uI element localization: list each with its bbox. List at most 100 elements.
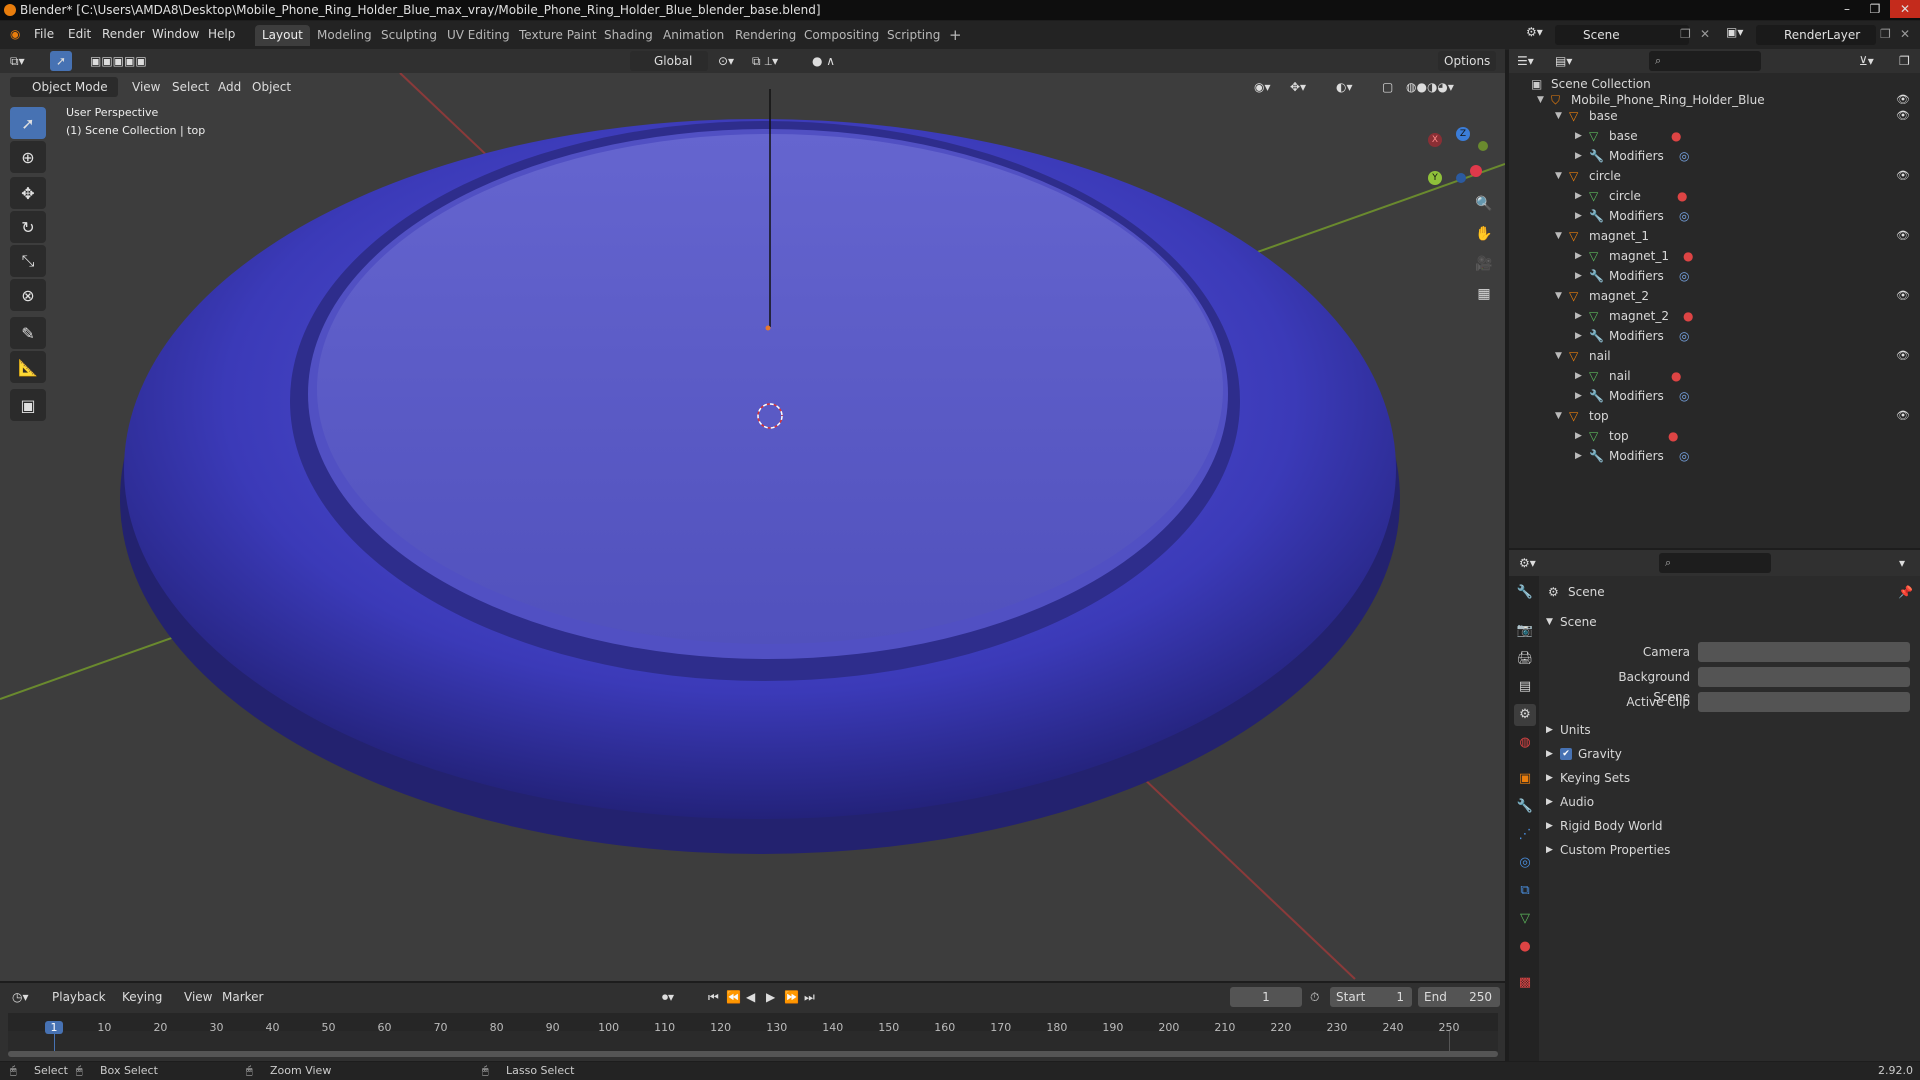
view-layer-tab-icon[interactable]: ▤ (1514, 676, 1536, 698)
collapse-arrow-icon[interactable]: ▶ (1575, 446, 1582, 466)
menu-select[interactable]: Select (172, 77, 209, 97)
visibility-eye-icon[interactable]: 👁 (1896, 406, 1910, 426)
current-frame-field[interactable]: 1 (1230, 987, 1302, 1007)
outliner-row-modifiers[interactable]: ▶ 🔧 Modifiers ◎ (1509, 326, 1920, 346)
collapse-arrow-icon[interactable]: ▶ (1575, 386, 1582, 406)
outliner-row-object[interactable]: ▼ ▽ magnet_2 👁 (1509, 286, 1920, 306)
scene-section-arrow[interactable]: ▼ (1546, 612, 1553, 632)
expand-arrow-icon[interactable]: ▼ (1555, 166, 1562, 186)
render-layer-field[interactable]: RenderLayer (1756, 25, 1876, 45)
panel-expand-arrow-icon[interactable]: ▶ (1546, 720, 1553, 740)
add-cube-tool[interactable]: ▣ (10, 389, 46, 421)
data-tab-icon[interactable]: ▽ (1514, 908, 1536, 930)
outliner-row-modifiers[interactable]: ▶ 🔧 Modifiers ◎ (1509, 206, 1920, 226)
move-tool[interactable]: ✥ (10, 177, 46, 209)
menu-render[interactable]: Render (102, 27, 145, 41)
collapse-arrow-icon[interactable]: ▶ (1575, 146, 1582, 166)
particles-tab-icon[interactable]: ⋰ (1514, 824, 1536, 846)
menu-add[interactable]: Add (218, 77, 241, 97)
collapse-arrow-icon[interactable]: ▶ (1575, 206, 1582, 226)
outliner-row-modifiers[interactable]: ▶ 🔧 Modifiers ◎ (1509, 386, 1920, 406)
outliner-editor-type-icon[interactable]: ☰▾ (1517, 51, 1534, 71)
panel-header[interactable]: Keying Sets (1560, 768, 1630, 788)
outliner-row-object[interactable]: ▼ ▽ circle 👁 (1509, 166, 1920, 186)
tab-texture-paint[interactable]: Texture Paint (512, 25, 603, 46)
measure-tool[interactable]: 📐 (10, 351, 46, 383)
output-tab-icon[interactable]: 🖨 (1514, 648, 1536, 670)
new-scene-icon[interactable]: ❐ (1680, 27, 1691, 41)
start-frame-field[interactable]: Start 1 (1330, 987, 1412, 1007)
expand-arrow-icon[interactable]: ▼ (1555, 226, 1562, 246)
tab-sculpting[interactable]: Sculpting (374, 25, 444, 46)
menu-window[interactable]: Window (152, 27, 199, 41)
options-dropdown[interactable]: Options (1438, 51, 1497, 71)
properties-search-input[interactable]: ⌕ (1659, 553, 1771, 573)
view-layer-icon[interactable]: ▣▾ (1726, 25, 1743, 39)
tab-scripting[interactable]: Scripting (880, 25, 947, 46)
record-button[interactable]: ⏺▾ (662, 987, 674, 1007)
tab-uv-editing[interactable]: UV Editing (440, 25, 517, 46)
maximize-button[interactable]: ❐ (1862, 0, 1888, 18)
collapse-arrow-icon[interactable]: ▶ (1575, 306, 1582, 326)
background-scene-field[interactable] (1698, 667, 1910, 687)
select-tool-icon[interactable]: ➚ (50, 51, 73, 71)
outliner-row-object[interactable]: ▼ ▽ base 👁 (1509, 106, 1920, 126)
expand-arrow-icon[interactable]: ▼ (1555, 106, 1562, 126)
camera-view-icon[interactable]: 🎥 (1471, 251, 1497, 277)
tab-modeling[interactable]: Modeling (310, 25, 379, 46)
transform-orientation-dropdown[interactable]: Global (630, 51, 708, 71)
rotate-tool[interactable]: ↻ (10, 211, 46, 243)
world-tab-icon[interactable]: ◍ (1514, 732, 1536, 754)
tool-tab-icon[interactable]: 🔧 (1514, 582, 1536, 604)
selection-mode-icons[interactable]: ▣▣▣▣▣ (90, 51, 147, 71)
gizmo-toggle-icon[interactable]: ✥▾ (1290, 77, 1306, 97)
outliner-row-mesh[interactable]: ▶ ▽ nail ● (1509, 366, 1920, 386)
zoom-icon[interactable]: 🔍 (1471, 191, 1497, 217)
visibility-icon[interactable]: ◉▾ (1254, 77, 1271, 97)
play-reverse-button[interactable]: ◀ (746, 987, 755, 1007)
jump-end-button[interactable]: ⏭ (804, 987, 815, 1007)
timeline-scrollbar[interactable] (8, 1051, 1498, 1057)
xray-icon[interactable]: ▢ (1382, 77, 1393, 97)
render-tab-icon[interactable]: 📷 (1514, 620, 1536, 642)
panel-expand-arrow-icon[interactable]: ▶ (1546, 744, 1553, 764)
display-mode-icon[interactable]: ▤▾ (1555, 51, 1572, 71)
jump-keyframe-forward-button[interactable]: ⏩ (784, 987, 799, 1007)
visibility-eye-icon[interactable]: 👁 (1896, 106, 1910, 126)
visibility-eye-icon[interactable]: 👁 (1896, 226, 1910, 246)
outliner-row-modifiers[interactable]: ▶ 🔧 Modifiers ◎ (1509, 266, 1920, 286)
outliner-row-mesh[interactable]: ▶ ▽ base ● (1509, 126, 1920, 146)
scene-selector-icon[interactable]: ⚙▾ (1526, 25, 1543, 39)
timeline-view-menu[interactable]: View (184, 987, 212, 1007)
collapse-arrow-icon[interactable]: ▶ (1575, 126, 1582, 146)
outliner-row-object[interactable]: ▼ ▽ magnet_1 👁 (1509, 226, 1920, 246)
panel-expand-arrow-icon[interactable]: ▶ (1546, 768, 1553, 788)
properties-editor-type-icon[interactable]: ⚙▾ (1519, 553, 1536, 573)
collapse-arrow-icon[interactable]: ▶ (1575, 266, 1582, 286)
camera-field[interactable] (1698, 642, 1910, 662)
outliner-row-modifiers[interactable]: ▶ 🔧 Modifiers ◎ (1509, 446, 1920, 466)
menu-object[interactable]: Object (252, 77, 291, 97)
menu-help[interactable]: Help (208, 27, 235, 41)
ortho-grid-icon[interactable]: ▦ (1471, 281, 1497, 307)
tab-compositing[interactable]: Compositing (797, 25, 886, 46)
scale-tool[interactable]: ⤡ (10, 245, 46, 277)
close-button[interactable]: ✕ (1890, 0, 1920, 18)
gravity-checkbox[interactable]: ✔ (1560, 748, 1572, 760)
visibility-eye-icon[interactable]: 👁 (1896, 166, 1910, 186)
clock-icon[interactable]: ⏱ (1310, 987, 1319, 1007)
panel-header[interactable]: Rigid Body World (1560, 816, 1663, 836)
outliner-row-mesh[interactable]: ▶ ▽ magnet_2 ● (1509, 306, 1920, 326)
collapse-arrow-icon[interactable]: ▶ (1575, 366, 1582, 386)
editor-type-icon[interactable]: ⧉▾ (10, 51, 25, 71)
tab-layout[interactable]: Layout (255, 25, 310, 46)
expand-arrow-icon[interactable]: ▼ (1555, 406, 1562, 426)
outliner-row-object[interactable]: ▼ ▽ nail 👁 (1509, 346, 1920, 366)
panel-expand-arrow-icon[interactable]: ▶ (1546, 792, 1553, 812)
physics-tab-icon[interactable]: ◎ (1514, 852, 1536, 874)
panel-header[interactable]: Custom Properties (1560, 840, 1670, 860)
timeline-track-area[interactable] (8, 1031, 1498, 1051)
minimize-button[interactable]: – (1834, 0, 1860, 18)
outliner-row-mesh[interactable]: ▶ ▽ top ● (1509, 426, 1920, 446)
scene-tab-icon[interactable]: ⚙ (1514, 704, 1536, 726)
